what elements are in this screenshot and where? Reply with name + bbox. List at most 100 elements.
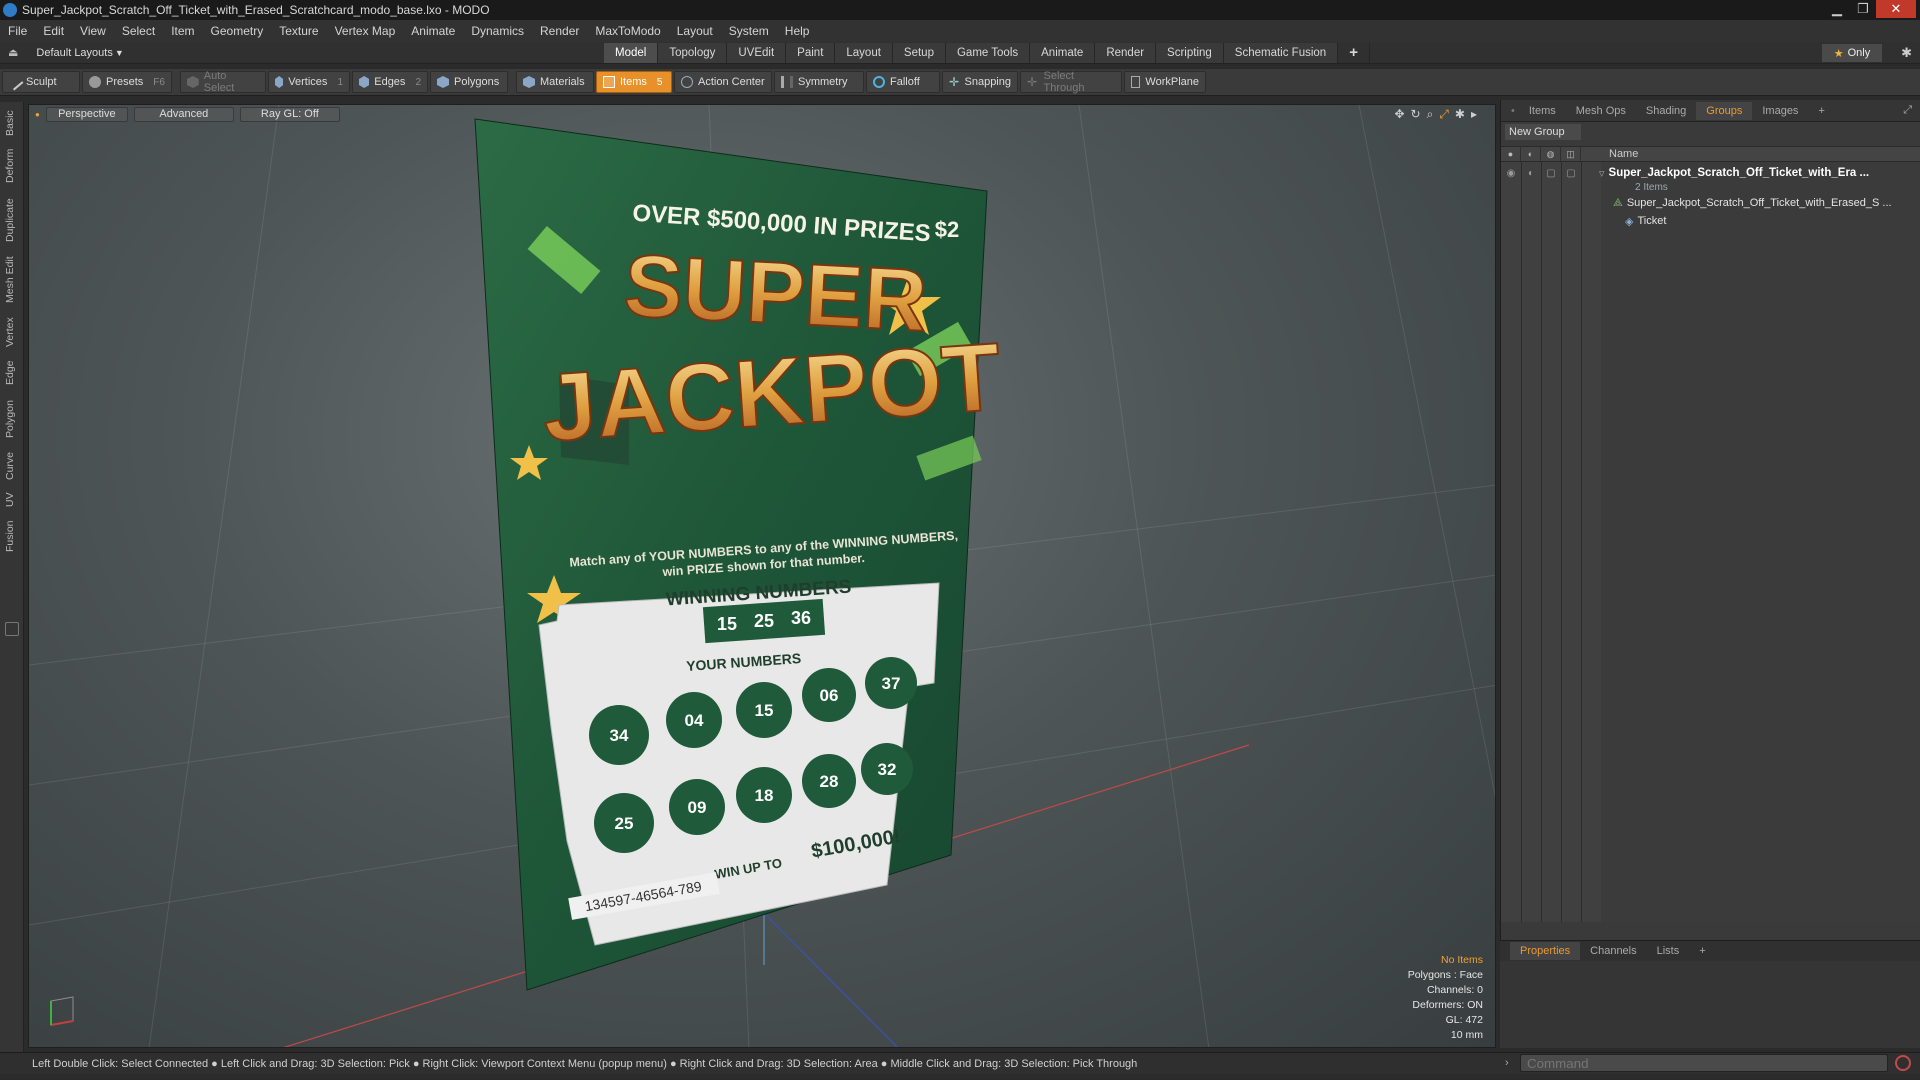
select-col-icon[interactable]: ◫ [1561,146,1581,162]
menu-maxtomodo[interactable]: MaxToModo [587,24,668,38]
tab-render[interactable]: Render [1095,43,1157,63]
rail-toggle-icon[interactable] [5,622,19,636]
menu-geometry[interactable]: Geometry [203,24,272,38]
tab-layout[interactable]: Layout [835,43,893,63]
rail-fusion[interactable]: Fusion [4,516,20,556]
tab-paint[interactable]: Paint [786,43,836,63]
add-properties-tab-button[interactable]: + [1689,945,1715,957]
render-icon[interactable]: ◐ [1521,165,1541,181]
tab-setup[interactable]: Setup [892,43,946,63]
select-through-button[interactable]: ✛ Select Through [1020,70,1122,94]
expand-icon[interactable]: ▿ [1599,167,1605,180]
close-button[interactable]: ✕ [1876,0,1916,18]
raygl-button[interactable]: Ray GL: Off [239,106,340,122]
rail-curve[interactable]: Curve [4,448,20,484]
menu-system[interactable]: System [721,24,777,38]
move-view-icon[interactable]: ✥ [1394,107,1404,122]
menu-edit[interactable]: Edit [35,24,72,38]
group-child-row[interactable]: ◈ Ticket [1501,212,1920,230]
tab-topology[interactable]: Topology [658,43,728,63]
tab-images[interactable]: Images [1752,102,1808,120]
your-number-5: 37 [882,674,901,693]
winning-number-1: 15 [717,614,737,634]
items-button[interactable]: Items 5 [596,71,672,93]
command-input[interactable] [1520,1054,1888,1072]
menu-help[interactable]: Help [777,24,818,38]
rail-mesh-edit[interactable]: Mesh Edit [4,252,20,308]
menu-select[interactable]: Select [114,24,163,38]
menu-animate[interactable]: Animate [403,24,463,38]
tab-shading[interactable]: Shading [1636,102,1696,120]
tab-mesh-ops[interactable]: Mesh Ops [1566,102,1636,120]
action-center-button[interactable]: Action Center [674,71,772,93]
zoom-view-icon[interactable]: ⌕ [1427,107,1434,122]
tab-groups[interactable]: Groups [1696,101,1753,120]
render-col-icon[interactable]: ◐ [1521,146,1541,162]
tab-model[interactable]: Model [604,43,659,63]
command-arrow-icon[interactable]: › [1505,1057,1509,1069]
layout-toggle-icon[interactable]: ⏏ [8,46,18,59]
only-button[interactable]: ★ Only [1822,44,1882,62]
command-stop-icon[interactable] [1895,1055,1911,1071]
tab-game-tools[interactable]: Game Tools [945,43,1031,63]
tab-schematic-fusion[interactable]: Schematic Fusion [1223,43,1339,63]
your-number-3: 15 [755,701,774,720]
symmetry-button[interactable]: Symmetry [774,71,864,93]
visibility-col-icon[interactable]: ● [1501,146,1521,162]
sculpt-button[interactable]: Sculpt [2,71,80,93]
menu-item[interactable]: Item [163,24,202,38]
rail-edge[interactable]: Edge [4,356,20,390]
rail-polygon[interactable]: Polygon [4,394,20,444]
rail-vertex[interactable]: Vertex [4,312,20,352]
lock-col-icon[interactable]: ◍ [1541,146,1561,162]
polygons-button[interactable]: Polygons [430,71,508,93]
rail-basic[interactable]: Basic [4,106,20,140]
menu-view[interactable]: View [72,24,114,38]
shading-advanced-button[interactable]: Advanced [133,106,234,122]
auto-select-button[interactable]: Auto Select [180,70,266,94]
tab-scripting[interactable]: Scripting [1156,43,1224,63]
view-perspective-button[interactable]: Perspective [45,106,128,122]
viewport-expand-icon[interactable]: ▸ [1471,107,1477,122]
menu-layout[interactable]: Layout [669,24,721,38]
tab-animate[interactable]: Animate [1030,43,1096,63]
tab-uvedit[interactable]: UVEdit [727,43,787,63]
tab-items[interactable]: Items [1519,102,1566,120]
menu-dynamics[interactable]: Dynamics [463,24,532,38]
menu-file[interactable]: File [0,24,35,38]
presets-button[interactable]: Presets F6 [82,71,172,93]
add-panel-tab-button[interactable]: + [1808,102,1834,120]
3d-viewport[interactable]: OVER $500,000 IN PRIZES $2 SUPER JACKPOT… [28,104,1496,1048]
fit-view-icon[interactable]: ⤢ [1439,107,1449,122]
materials-button[interactable]: Materials [516,71,594,93]
menu-render[interactable]: Render [532,24,587,38]
new-group-button[interactable]: New Group [1505,124,1581,140]
rail-uv[interactable]: UV [4,488,20,512]
scratch-ticket-model[interactable]: OVER $500,000 IN PRIZES $2 SUPER JACKPOT… [29,105,1496,1048]
menu-vertex-map[interactable]: Vertex Map [327,24,404,38]
gear-icon[interactable]: ✱ [1901,45,1912,61]
snapping-button[interactable]: ✛ Snapping [942,71,1018,93]
maximize-button[interactable]: ❐ [1850,0,1876,18]
rail-duplicate[interactable]: Duplicate [4,192,20,248]
lock-box-icon[interactable]: ▢ [1541,165,1561,181]
tab-lists[interactable]: Lists [1647,945,1690,957]
layout-selector[interactable]: Default Layouts ▼ [24,47,133,59]
group-child-row[interactable]: ⟁ Super_Jackpot_Scratch_Off_Ticket_with_… [1501,194,1920,212]
tab-channels[interactable]: Channels [1580,945,1646,957]
tab-properties[interactable]: Properties [1510,942,1581,960]
workplane-button[interactable]: WorkPlane [1124,71,1206,93]
eye-icon[interactable]: ◉ [1501,165,1521,181]
falloff-button[interactable]: Falloff [866,71,940,93]
select-box-icon[interactable]: ▢ [1561,165,1581,181]
rotate-view-icon[interactable]: ↻ [1411,107,1421,122]
add-tab-button[interactable]: + [1338,43,1370,63]
menu-texture[interactable]: Texture [271,24,326,38]
vertices-button[interactable]: Vertices 1 [268,71,350,93]
minimize-button[interactable]: ▁ [1824,0,1850,18]
name-column-header[interactable]: Name [1609,148,1638,160]
rail-deform[interactable]: Deform [4,144,20,188]
panel-expand-icon[interactable]: ⤢ [1903,104,1912,117]
viewport-settings-icon[interactable]: ✱ [1455,107,1465,122]
edges-button[interactable]: Edges 2 [352,71,428,93]
